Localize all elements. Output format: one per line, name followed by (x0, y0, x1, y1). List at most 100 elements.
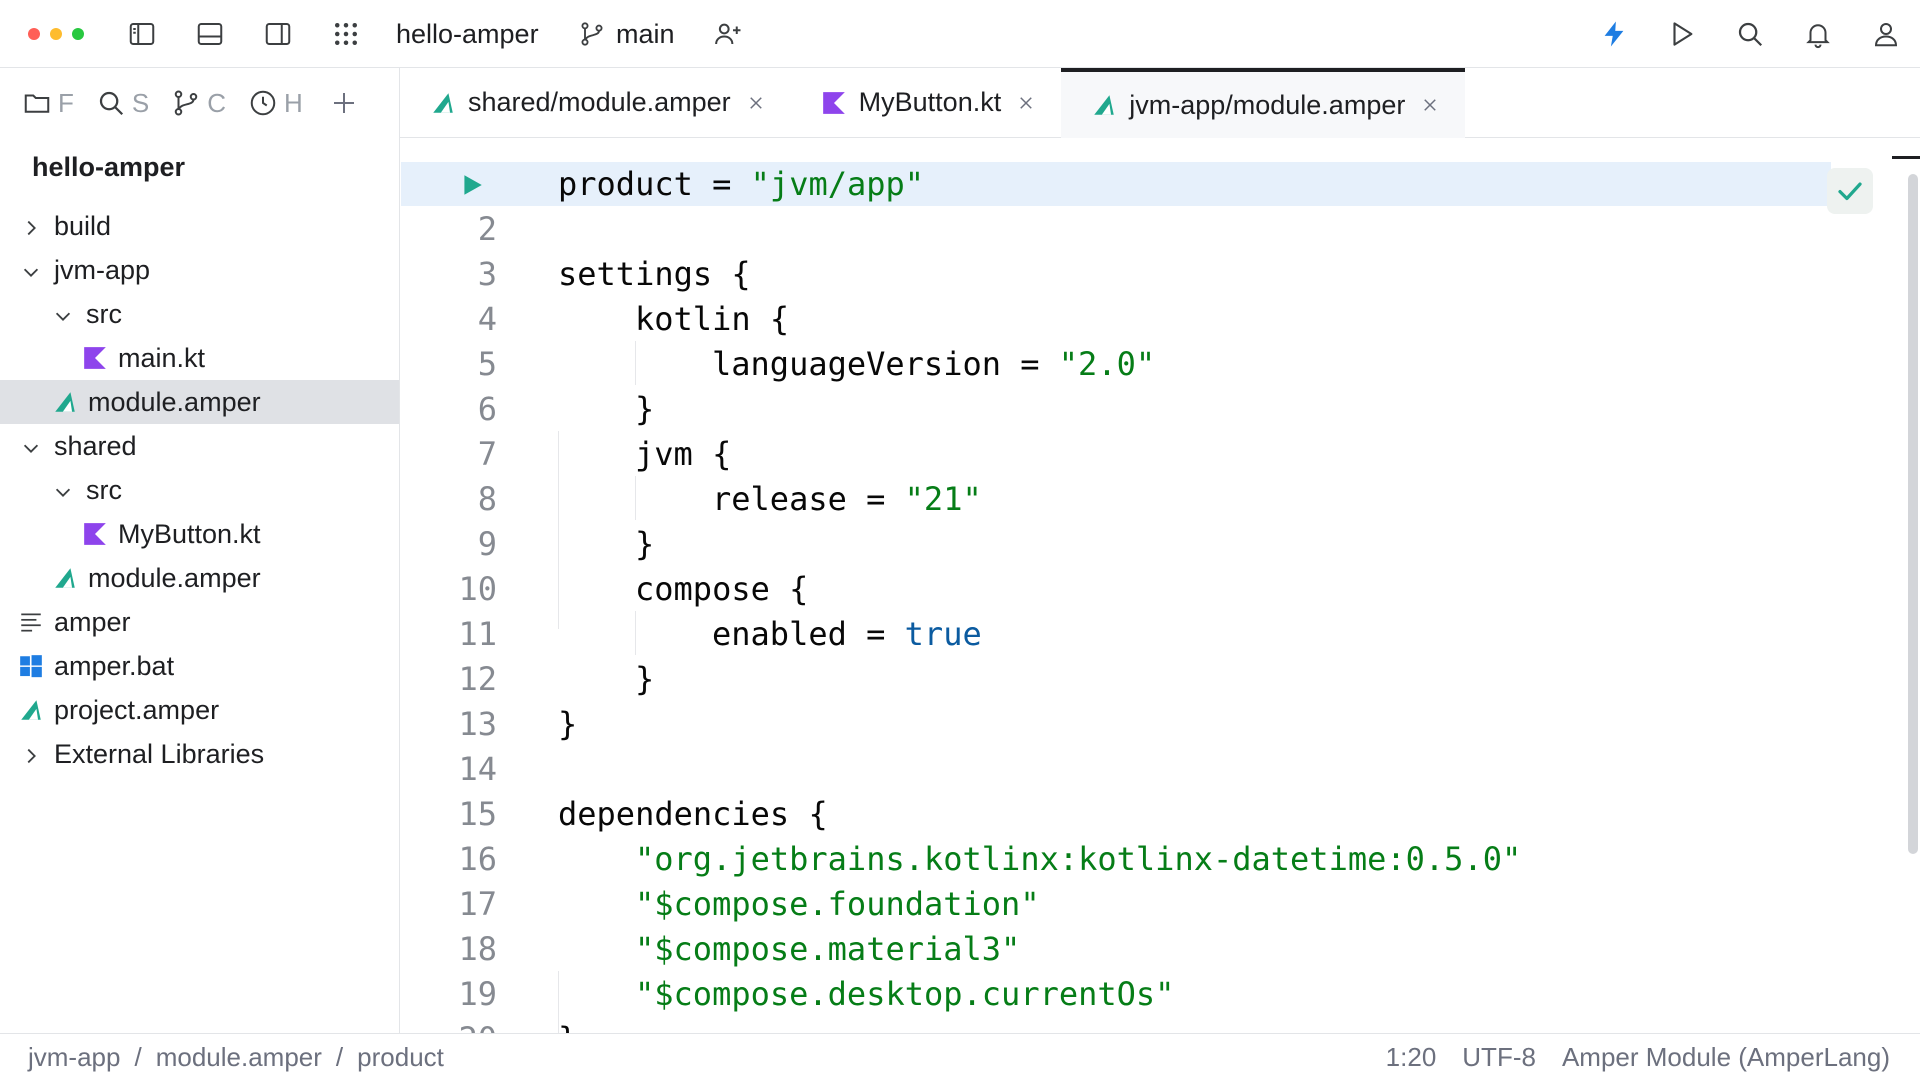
code-token: product = (558, 165, 751, 203)
tree-item-project-amper[interactable]: project.amper (0, 688, 399, 732)
chevron-right-icon[interactable] (20, 743, 42, 765)
tree-item-jvm-app[interactable]: jvm-app (0, 248, 399, 292)
plus-icon[interactable] (303, 68, 365, 138)
code-token: kotlin { (635, 300, 790, 338)
search-icon[interactable] (1732, 16, 1768, 52)
text-file-icon (18, 609, 44, 635)
status-bar: jvm-app / module.amper / product 1:20 UT… (0, 1033, 1920, 1080)
branch-icon (174, 90, 198, 116)
tree-item-label: External Libraries (54, 738, 265, 769)
tree-item-shared[interactable]: shared (0, 424, 399, 468)
branch-name: main (616, 18, 675, 49)
inspection-status-button[interactable] (1827, 168, 1873, 214)
vertical-scrollbar[interactable] (1908, 174, 1918, 854)
tool-tab-history[interactable]: H (226, 68, 303, 138)
right-panel-icon[interactable] (260, 16, 296, 52)
chevron-down-icon[interactable] (52, 303, 74, 325)
lightning-icon[interactable] (1596, 16, 1632, 52)
tree-item-external-libraries[interactable]: External Libraries (0, 732, 399, 776)
tab-shared-module-amper[interactable]: shared/module.amper (400, 68, 791, 138)
project-name-button[interactable]: hello-amper (396, 16, 539, 52)
tree-item-module-amper[interactable]: module.amper (0, 380, 399, 424)
code-token: } (558, 705, 578, 743)
chevron-right-icon[interactable] (20, 215, 42, 237)
tree-item-module-amper[interactable]: module.amper (0, 556, 399, 600)
file-language[interactable]: Amper Module (AmperLang) (1562, 1042, 1890, 1073)
code-token: jvm { (635, 435, 732, 473)
chevron-down-icon[interactable] (20, 435, 42, 457)
project-name: hello-amper (396, 18, 539, 49)
code-text: release = "21" (712, 477, 982, 522)
close-icon[interactable] (1421, 96, 1439, 114)
bell-icon[interactable] (1800, 16, 1836, 52)
tool-tab-project[interactable]: F (0, 68, 74, 138)
tree-item-build[interactable]: build (0, 204, 399, 248)
breadcrumb-item[interactable]: jvm-app (28, 1042, 120, 1073)
tool-tab-commit[interactable]: C (149, 68, 226, 138)
close-icon[interactable] (1017, 94, 1035, 112)
window-controls (28, 28, 84, 40)
line-number: 9 (477, 525, 497, 563)
zoom-window-button[interactable] (72, 28, 84, 40)
user-icon[interactable] (1868, 16, 1904, 52)
tree-item-amper[interactable]: amper (0, 600, 399, 644)
tab-label: MyButton.kt (858, 87, 1002, 117)
code-line: 19 "$compose.desktop.currentOs" (401, 972, 1901, 1017)
grid-apps-icon[interactable] (328, 16, 364, 52)
breadcrumb-item[interactable]: module.amper (156, 1042, 322, 1073)
close-icon[interactable] (747, 94, 765, 112)
tool-tab-label: C (207, 87, 227, 118)
tab-mybutton-kt[interactable]: MyButton.kt (790, 68, 1062, 138)
code-text: jvm { (635, 432, 731, 477)
bottom-panel-icon[interactable] (192, 16, 228, 52)
tree-item-amper-bat[interactable]: amper.bat (0, 644, 399, 688)
amper-file-icon (18, 697, 44, 723)
close-window-button[interactable] (28, 28, 40, 40)
tab-jvm-app-module-amper[interactable]: jvm-app/module.amper (1061, 68, 1466, 138)
line-number: 13 (458, 705, 497, 743)
code-text: "$compose.material3" (635, 927, 1020, 972)
file-encoding[interactable]: UTF-8 (1462, 1042, 1536, 1073)
tree-item-src[interactable]: src (0, 292, 399, 336)
add-user-icon[interactable] (710, 16, 746, 52)
code-text: "$compose.desktop.currentOs" (635, 972, 1174, 1017)
tool-tab-search[interactable]: S (74, 68, 149, 138)
line-number: 3 (477, 255, 497, 293)
kotlin-file-icon (82, 345, 108, 371)
tree-item-label: module.amper (88, 386, 261, 417)
string-token: "jvm/app" (750, 165, 925, 203)
code-editor[interactable]: product = "jvm/app" 2 3 settings {4 kotlin {… (401, 138, 1920, 1033)
caret-position[interactable]: 1:20 (1386, 1042, 1437, 1073)
project-panel-icon[interactable] (124, 16, 160, 52)
code-text: } (635, 387, 654, 432)
code-text: } (558, 702, 577, 747)
breadcrumb-item[interactable]: product (357, 1042, 444, 1073)
minimize-window-button[interactable] (50, 28, 62, 40)
line-number: 19 (458, 975, 497, 1013)
branch-button[interactable]: main (578, 16, 675, 52)
line-number: 17 (458, 885, 497, 923)
breadcrumb-separator: / (134, 1041, 142, 1072)
run-gutter-icon[interactable] (459, 172, 485, 198)
code-line: 2 (401, 207, 1901, 252)
tree-item-src[interactable]: src (0, 468, 399, 512)
chevron-down-icon[interactable] (52, 479, 74, 501)
chevron-down-icon[interactable] (20, 259, 42, 281)
string-token: "$compose.desktop.currentOs" (635, 975, 1175, 1013)
tree-item-label: project.amper (54, 694, 220, 725)
tree-item-main-kt[interactable]: main.kt (0, 336, 399, 380)
run-icon[interactable] (1664, 16, 1700, 52)
line-number: 8 (477, 480, 497, 518)
tree-item-label: jvm-app (54, 254, 151, 285)
code-text: languageVersion = "2.0" (712, 342, 1155, 387)
breadcrumb: jvm-app / module.amper / product (28, 1042, 444, 1073)
clock-icon (250, 90, 276, 116)
tree-item-mybutton-kt[interactable]: MyButton.kt (0, 512, 399, 556)
amper-file-icon (433, 92, 453, 113)
code-line: 8 release = "21" (401, 477, 1901, 522)
line-number: 14 (458, 750, 497, 788)
code-line: 9} (401, 522, 1901, 567)
code-token: } (635, 390, 655, 428)
code-line: 20} (401, 1017, 1901, 1033)
project-root-title[interactable]: hello-amper (32, 152, 185, 183)
